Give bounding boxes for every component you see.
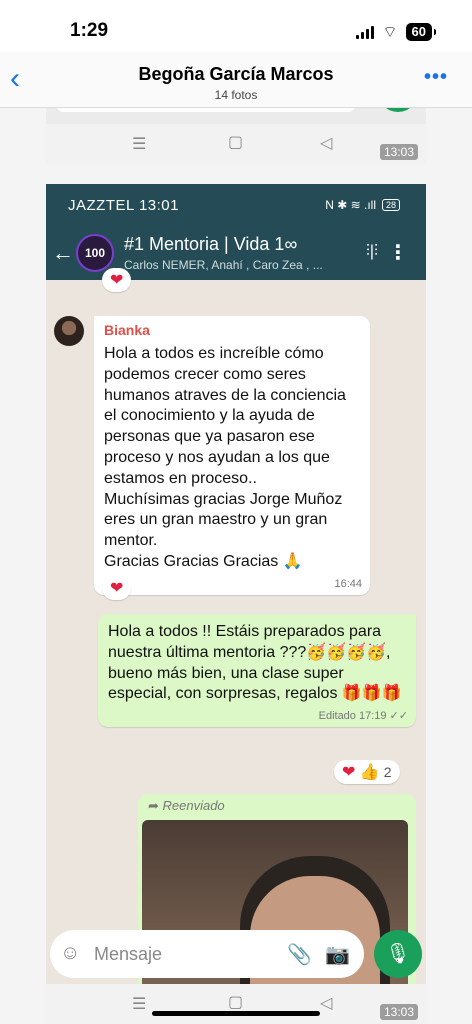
- status-time: 1:29: [70, 20, 109, 41]
- android-status-bar: JAZZTEL 13:01 N ✱ ≋ .ıll 28: [46, 184, 426, 228]
- chat-header: ← 100 #1 Mentoria | Vida 1∞ Carlos NEMER…: [46, 228, 426, 280]
- message-text: Hola a todos es increíble cómo podemos c…: [104, 345, 346, 570]
- android-carrier-time: JAZZTEL 13:01: [68, 197, 179, 214]
- reactions: ❤ 👍: [342, 764, 380, 781]
- chat-area: ❤ Bianka Hola a todos es increíble cómo …: [46, 268, 426, 1024]
- menu-kebab-icon[interactable]: ⋮: [388, 240, 408, 265]
- screenshot-timestamp: 13:03: [379, 1004, 418, 1020]
- screenshot-timestamp: 13:03: [379, 144, 418, 160]
- recents-icon: ☰: [132, 136, 147, 153]
- message-text: Hola a todos !! Estáis preparados para n…: [108, 623, 402, 703]
- voice-chat-icon[interactable]: ⫶|⫶: [366, 243, 378, 261]
- android-nav-bar: ☰ ▢ ◁: [46, 124, 426, 164]
- photo-count: 14 fotos: [214, 88, 258, 102]
- mic-button[interactable]: 🎙: [374, 930, 422, 978]
- android-battery-icon: 28: [381, 199, 400, 211]
- back-triangle-icon: ◁: [320, 135, 333, 152]
- android-icons: N ✱ ≋ .ıll: [325, 198, 376, 212]
- outgoing-message[interactable]: Hola a todos !! Estáis preparados para n…: [98, 614, 416, 728]
- recents-icon[interactable]: ☰: [132, 994, 146, 1014]
- more-options-button[interactable]: •••: [424, 66, 448, 89]
- battery-icon: 60: [405, 23, 437, 41]
- home-indicator[interactable]: [152, 1011, 320, 1016]
- fab-fragment: [378, 108, 418, 112]
- home-icon: ▢: [228, 134, 244, 151]
- forwarded-label: ➦ Reenviado: [148, 798, 225, 813]
- incoming-message[interactable]: Bianka Hola a todos es increíble cómo po…: [94, 316, 370, 595]
- reaction-pill[interactable]: ❤: [102, 576, 132, 600]
- group-members[interactable]: Carlos NEMER, Anahí , Caro Zea , ...: [124, 258, 344, 272]
- heart-icon: ❤: [110, 580, 124, 597]
- message-sender: Bianka: [104, 322, 150, 338]
- android-status-icons: N ✱ ≋ .ıll 28: [325, 198, 400, 212]
- message-bubble-fragment: [56, 108, 356, 112]
- reaction-count: 2: [383, 764, 392, 780]
- page-title: Begoña García Marcos: [138, 64, 334, 84]
- ios-nav-bar: ‹ Begoña García Marcos 14 fotos •••: [0, 52, 472, 108]
- emoji-icon[interactable]: ☺: [60, 942, 80, 965]
- reaction-pill[interactable]: ❤: [102, 268, 132, 292]
- status-icons: ⌔ 60: [356, 22, 437, 42]
- signal-icon: [356, 25, 375, 39]
- group-avatar[interactable]: 100: [76, 234, 114, 272]
- camera-icon[interactable]: 📷: [325, 942, 350, 967]
- whatsapp-screenshot[interactable]: JAZZTEL 13:01 N ✱ ≋ .ıll 28 ← 100 #1 Men…: [46, 184, 426, 1024]
- avatar[interactable]: [54, 316, 84, 346]
- wifi-icon: ⌔: [382, 24, 398, 41]
- android-nav-bar: ☰ ▢ ◁ 13:03: [46, 984, 426, 1024]
- message-time: 16:44: [334, 577, 362, 590]
- group-title[interactable]: #1 Mentoria | Vida 1∞: [124, 234, 344, 255]
- heart-icon: ❤: [110, 272, 124, 289]
- previous-screenshot[interactable]: ☰ ▢ ◁ 13:03: [46, 108, 426, 164]
- ios-status-bar: 1:29 ⌔ 60: [0, 0, 472, 52]
- reaction-pill[interactable]: ❤ 👍 2: [334, 760, 400, 784]
- back-triangle-icon[interactable]: ◁: [320, 993, 332, 1013]
- message-input-bar: ☺ 📎 📷: [50, 930, 364, 978]
- attach-clip-icon[interactable]: 📎: [287, 942, 312, 967]
- home-icon[interactable]: ▢: [228, 992, 243, 1012]
- message-input[interactable]: [94, 940, 264, 968]
- back-arrow-icon[interactable]: ←: [52, 240, 74, 266]
- message-time: Editado 17:19 ✓✓: [318, 710, 408, 723]
